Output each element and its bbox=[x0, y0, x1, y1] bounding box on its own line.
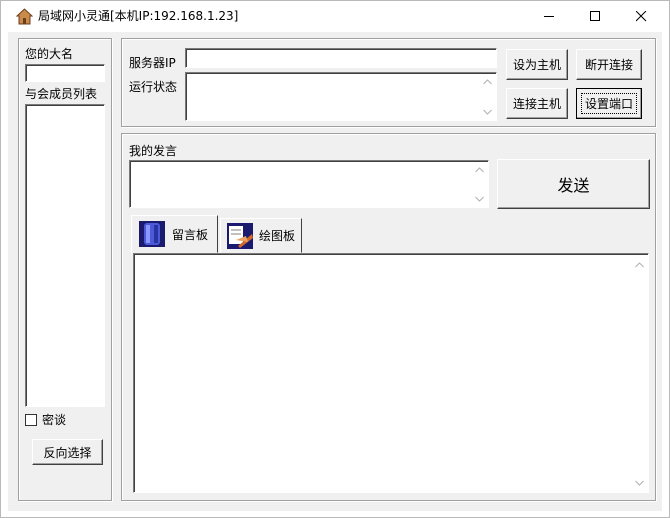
focus-ring bbox=[581, 93, 637, 114]
name-input[interactable] bbox=[25, 64, 105, 82]
close-icon bbox=[635, 11, 646, 22]
message-input[interactable] bbox=[129, 160, 489, 208]
app-window: 局域网小灵通[本机IP:192.168.1.23] 您的大名 与会成员列表 密谈… bbox=[0, 0, 670, 518]
client-area: 您的大名 与会成员列表 密谈 反向选择 服务器IP 运行状态 设为主机 断开连接… bbox=[8, 32, 662, 511]
tab-drawing-board[interactable]: 绘图板 bbox=[220, 218, 302, 253]
set-host-button[interactable]: 设为主机 bbox=[506, 49, 568, 80]
house-icon bbox=[16, 8, 33, 25]
message-board-area[interactable] bbox=[133, 253, 649, 493]
maximize-icon bbox=[589, 11, 600, 21]
my-message-label: 我的发言 bbox=[129, 144, 178, 158]
window-title: 局域网小灵通[本机IP:192.168.1.23] bbox=[38, 9, 239, 23]
status-scroll-down-icon[interactable] bbox=[482, 107, 493, 116]
invert-select-button[interactable]: 反向选择 bbox=[32, 439, 103, 465]
board-scroll-down-icon[interactable] bbox=[634, 478, 645, 487]
members-list[interactable] bbox=[25, 104, 105, 407]
set-host-button-label: 设为主机 bbox=[512, 58, 561, 72]
status-label: 运行状态 bbox=[129, 80, 178, 94]
tab-message-board-label: 留言板 bbox=[172, 227, 209, 242]
board-scroll-up-icon[interactable] bbox=[634, 260, 645, 269]
send-button[interactable]: 发送 bbox=[497, 159, 650, 209]
name-label: 您的大名 bbox=[25, 47, 74, 61]
connect-host-button[interactable]: 连接主机 bbox=[506, 88, 568, 119]
status-scroll-up-icon[interactable] bbox=[482, 77, 493, 86]
message-board-icon bbox=[139, 221, 165, 247]
connect-host-button-label: 连接主机 bbox=[512, 97, 561, 111]
close-button[interactable] bbox=[618, 1, 664, 32]
message-scroll-up-icon[interactable] bbox=[474, 165, 485, 174]
server-ip-label: 服务器IP bbox=[129, 56, 176, 70]
drawing-board-icon bbox=[227, 222, 253, 249]
secret-checkbox-label: 密谈 bbox=[42, 413, 67, 427]
send-button-label: 发送 bbox=[557, 176, 590, 195]
minimize-icon bbox=[543, 16, 554, 17]
minimize-button[interactable] bbox=[526, 1, 572, 32]
disconnect-button[interactable]: 断开连接 bbox=[576, 49, 642, 80]
tab-message-board[interactable]: 留言板 bbox=[131, 215, 218, 253]
title-bar[interactable]: 局域网小灵通[本机IP:192.168.1.23] bbox=[1, 1, 669, 32]
message-scroll-down-icon[interactable] bbox=[474, 194, 485, 203]
secret-checkbox[interactable] bbox=[25, 414, 37, 426]
maximize-button[interactable] bbox=[572, 1, 618, 32]
set-port-button[interactable]: 设置端口 bbox=[576, 88, 642, 119]
members-label: 与会成员列表 bbox=[25, 87, 98, 101]
tab-drawing-board-label: 绘图板 bbox=[259, 229, 296, 243]
invert-select-button-label: 反向选择 bbox=[43, 445, 92, 460]
disconnect-button-label: 断开连接 bbox=[584, 58, 633, 72]
status-textarea[interactable] bbox=[185, 72, 497, 121]
server-ip-input[interactable] bbox=[185, 48, 497, 68]
